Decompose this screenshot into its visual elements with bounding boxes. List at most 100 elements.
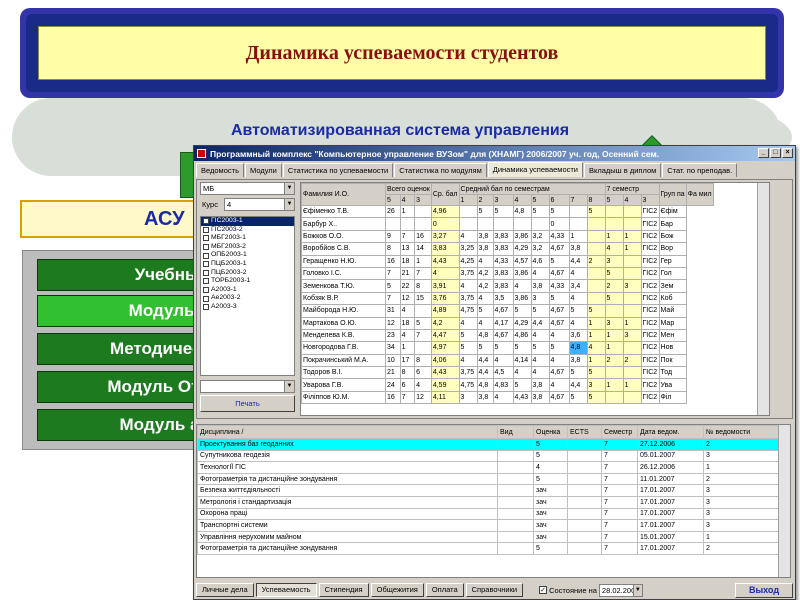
course-select[interactable]: 4 ▼ <box>224 198 295 211</box>
group-item[interactable]: ТОРБ2003-1 <box>201 277 294 286</box>
disc-row[interactable]: Проектування баз геоданних 5 7 27.12.2006 2 <box>197 438 781 451</box>
group-item[interactable]: ГІС2003-2 <box>201 226 294 235</box>
window-titlebar[interactable]: Программный комплекс "Компьютерное управ… <box>194 146 795 161</box>
checkbox-icon[interactable] <box>203 287 209 294</box>
checkbox-icon[interactable] <box>203 269 209 276</box>
maximize-button[interactable]: □ <box>770 148 781 158</box>
table-row[interactable]: Земенкова Т.Ю. 5 22 8 3,91 4 4,2 3,83 4 3,8 4,33 3,… <box>301 279 714 293</box>
col-subheader[interactable]: 4 <box>399 194 416 206</box>
bottom-tab-2[interactable]: Успеваемость <box>255 583 317 597</box>
col-subheader[interactable]: 4 <box>622 194 642 206</box>
col-header-avg[interactable]: Ср. бал <box>430 183 460 206</box>
disc-row[interactable]: Фотограметрія та дистанційне зондування 5… <box>197 542 781 555</box>
table-row[interactable]: Новгородова Г.В. 34 1 4,97 5 5 5 5 5 5 4,8 4 1 ГІС2 Но… <box>301 341 714 355</box>
disciplines-scrollbar[interactable] <box>778 425 790 577</box>
col-subheader[interactable]: 3 <box>640 194 660 206</box>
checkbox-icon[interactable] <box>203 244 209 251</box>
date-picker[interactable]: 28.02.2007 ▼ <box>598 583 643 597</box>
col-subheader[interactable]: 5 <box>604 194 624 206</box>
col-subheader[interactable]: 7 <box>568 194 588 206</box>
col-subheader[interactable]: 5 <box>530 194 550 206</box>
checkbox-icon[interactable] <box>203 295 209 302</box>
table-row[interactable]: Геращенко Н.Ю. 16 18 1 4,43 4,25 4 4,33 4,57 4,6 5… <box>301 254 714 268</box>
bottom-tab-4[interactable]: Общежития <box>370 583 424 597</box>
checkbox-icon[interactable] <box>203 218 209 225</box>
disc-row[interactable]: Метрологія і стандартизація зач 7 17.01.200… <box>197 495 781 509</box>
exit-button[interactable]: Выход <box>735 582 793 598</box>
tab-7[interactable]: Стат. по преподав. <box>662 163 738 177</box>
disc-col-header[interactable]: № ведомости <box>703 425 781 439</box>
table-row[interactable]: Барбур Х.. 0 0 ГІС2 Бар <box>301 217 714 231</box>
col-subheader[interactable]: 6 <box>548 194 570 206</box>
col-subheader[interactable]: 5 <box>385 194 401 206</box>
table-row[interactable]: Тодоров В.І. 21 8 6 4,43 3,75 4,4 4,5 4 4 4,67 5 5 ГІ… <box>301 366 714 380</box>
tab-1[interactable]: Ведомость <box>196 163 244 177</box>
disc-row[interactable]: Безпека життєдіяльності зач 7 17.01.2007 3 <box>197 484 781 497</box>
col-subheader[interactable]: 3 <box>492 194 514 206</box>
disc-col-header[interactable]: Вид <box>497 425 534 439</box>
col-subheader[interactable]: 2 <box>476 194 494 206</box>
table-row[interactable]: Воробйов С.В. 8 13 14 3,83 3,25 3,8 3,83 4,29 3,2… <box>301 242 714 256</box>
close-button[interactable]: × <box>782 148 793 158</box>
group-item[interactable]: МБГ2003-2 <box>201 243 294 252</box>
table-row[interactable]: Кобзяк В.Р. 7 12 15 3,76 3,75 4 3,5 3,86 3 5 4 5 ГІС2… <box>301 291 714 306</box>
checkbox-icon[interactable] <box>203 278 209 285</box>
table-row[interactable]: Мартакова О.Ю. 12 18 5 4,2 4 4 4,17 4,29 4,4 4,67 4… <box>301 316 714 330</box>
checkbox-icon[interactable] <box>203 261 209 268</box>
checkbox-icon[interactable] <box>203 226 209 233</box>
bottom-tab-5[interactable]: Оплата <box>425 583 464 597</box>
bottom-tab-6[interactable]: Справочники <box>465 583 524 597</box>
group-item[interactable]: ПЦБ2003-2 <box>201 269 294 278</box>
disc-row[interactable]: Фотограметрія та дистанційне зондування 5… <box>197 472 781 486</box>
table-row[interactable]: Божков О.О. 9 7 16 3,27 4 3,8 3,83 3,86 3,2 4,33 1 1… <box>301 229 714 244</box>
checkbox-icon[interactable] <box>203 252 209 259</box>
disc-row[interactable]: ТехнологІЇ ГІС 4 7 26.12.2006 1 <box>197 461 781 474</box>
disc-col-header[interactable]: ECTS <box>567 425 602 439</box>
disc-row[interactable]: Охорона праці зач 7 17.01.2007 3 <box>197 507 781 521</box>
group-item[interactable]: А2003-3 <box>201 303 294 312</box>
col-subheader[interactable]: 4 <box>512 194 532 206</box>
tab-6[interactable]: Вкладыш в диплом <box>584 163 662 177</box>
disc-col-header[interactable]: Дисциплина / <box>197 425 498 439</box>
disc-col-header[interactable]: Семестр <box>601 425 638 439</box>
state-checkbox[interactable]: ✓ Состояние на <box>539 586 597 595</box>
table-row[interactable]: Філіппов Ю.М. 16 7 12 4,11 3 3,8 4 4,43 3,8 4,67 5 5… <box>301 390 714 405</box>
group-item[interactable]: ОПБ2003-1 <box>201 251 294 260</box>
group-item[interactable]: Ае2003-2 <box>201 294 294 303</box>
tab-3[interactable]: Статистика по успеваемости <box>282 163 394 177</box>
col-header-total[interactable]: Всего оценок <box>385 183 432 195</box>
table-row[interactable]: Уварова Г.В. 24 6 4 4,59 4,75 4,8 4,83 5 3,8 4 4,4 3… <box>301 378 714 392</box>
grades-scrollbar[interactable] <box>757 183 769 415</box>
disc-row[interactable]: Супутникова геодезія 5 7 05.01.2007 3 <box>197 449 781 463</box>
col-header-fam[interactable]: Фа мил <box>685 183 714 206</box>
col-header-group[interactable]: Груп па <box>658 183 687 206</box>
table-row[interactable]: Менделева К.В. 23 4 7 4,47 5 4,8 4,67 4,86 4 4 3,6 1… <box>301 328 714 343</box>
bottom-tab-3[interactable]: Стипендия <box>318 583 369 597</box>
table-row[interactable]: Єфіменко Т.В. 26 1 4,96 5 5 4,8 5 5 5 ГІС2 Єфім <box>301 204 714 219</box>
table-row[interactable]: Майборода Н.Ю. 31 4 4,89 4,75 5 4,67 5 5 4,67 5 5 ГІ… <box>301 304 714 318</box>
bottom-tab-1[interactable]: Личные дела <box>196 583 254 597</box>
tab-5[interactable]: Динамика успеваемости <box>487 162 583 177</box>
print-button[interactable]: Печать <box>200 395 295 412</box>
group-item[interactable]: А2003-1 <box>201 286 294 295</box>
faculty-select[interactable]: МБ ▼ <box>200 182 295 195</box>
checkbox-icon[interactable] <box>203 235 209 242</box>
col-subheader[interactable]: 1 <box>458 194 478 206</box>
group-item[interactable]: ГІС2003-1 <box>201 217 294 226</box>
col-subheader[interactable]: 8 <box>586 194 606 206</box>
col-header-avg-by-semester[interactable]: Средний бал по семестрам <box>458 183 606 195</box>
checkbox-icon[interactable] <box>203 304 209 311</box>
col-subheader[interactable]: 3 <box>414 194 432 206</box>
col-header-name[interactable]: Фамилия И.О. <box>301 183 386 206</box>
minimize-button[interactable]: _ <box>758 148 769 158</box>
tab-2[interactable]: Модули <box>244 163 282 177</box>
table-row[interactable]: Покрачинський М.А. 10 17 8 4,06 4 4,4 4 4,14 4 4 3,… <box>301 353 714 368</box>
disc-row[interactable]: Транспортні системи зач 7 17.01.2007 3 <box>197 519 781 532</box>
group-list[interactable]: ГІС2003-1 ГІС2003-2 МБГ2003-1 МБГ2003-2 ОПБ2… <box>200 216 295 376</box>
tab-4[interactable]: Статистика по модулям <box>394 163 487 177</box>
table-row[interactable]: Головко І.С. 7 21 7 4 3,75 4,2 3,83 3,86 4 4,67 4 5 Г… <box>301 266 714 281</box>
extra-select[interactable]: ▼ <box>200 380 295 393</box>
group-item[interactable]: МБГ2003-1 <box>201 234 294 243</box>
group-item[interactable]: ПЦБ2003-1 <box>201 260 294 269</box>
disc-row[interactable]: Управління нерухомим майном зач 7 15.01.200… <box>197 530 781 544</box>
